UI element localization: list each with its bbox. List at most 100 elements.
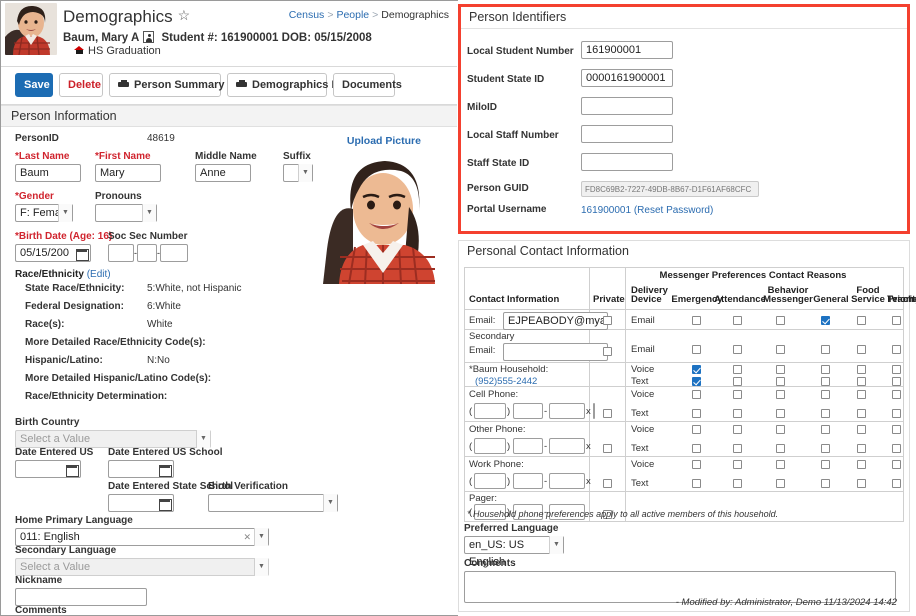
work-phone-prefix-input[interactable] <box>513 473 543 489</box>
clear-icon[interactable]: ✕ <box>243 529 251 546</box>
ssn-part2-input[interactable] <box>137 244 157 262</box>
checkbox-email-food-service[interactable] <box>857 316 866 325</box>
checkbox-secondary-email-behavior-messenger[interactable] <box>776 345 785 354</box>
person-summary-report-button[interactable]: Person Summary Report <box>109 73 263 97</box>
checkbox-work-voice-general[interactable] <box>821 460 830 469</box>
checkbox-cell-text-behavior-messenger[interactable] <box>776 409 785 418</box>
checkbox-secondary-email-emergency[interactable] <box>692 345 701 354</box>
checkbox-work-text-behavior-messenger[interactable] <box>776 479 785 488</box>
staff-state-id-input[interactable] <box>581 153 673 171</box>
reset-password-link[interactable]: (Reset Password) <box>634 205 713 216</box>
birth-verification-select[interactable]: ▼ <box>208 494 338 512</box>
calendar-icon[interactable] <box>73 244 91 262</box>
other-phone-private-checkbox[interactable] <box>603 444 612 453</box>
other-phone-area-input[interactable] <box>474 438 506 454</box>
checkbox-other-voice-behavior-messenger[interactable] <box>776 425 785 434</box>
checkbox-household-voice-emergency[interactable] <box>692 365 701 374</box>
checkbox-email-attendance[interactable] <box>733 316 742 325</box>
checkbox-other-text-general[interactable] <box>821 444 830 453</box>
date-entered-us-input[interactable] <box>15 460 63 478</box>
checkbox-other-voice-food-service[interactable] <box>857 425 866 434</box>
portal-username-value[interactable]: 161900001 (Reset Password) <box>581 205 713 216</box>
checkbox-household-text-priority[interactable] <box>892 377 901 386</box>
checkbox-secondary-email-priority[interactable] <box>892 345 901 354</box>
ssn-part3-input[interactable] <box>160 244 188 262</box>
checkbox-household-voice-behavior-messenger[interactable] <box>776 365 785 374</box>
checkbox-work-text-attendance[interactable] <box>733 479 742 488</box>
ssn-part1-input[interactable] <box>108 244 134 262</box>
checkbox-cell-voice-food-service[interactable] <box>857 390 866 399</box>
checkbox-cell-voice-attendance[interactable] <box>733 390 742 399</box>
checkbox-work-text-food-service[interactable] <box>857 479 866 488</box>
checkbox-secondary-email-general[interactable] <box>821 345 830 354</box>
checkbox-cell-voice-priority[interactable] <box>892 390 901 399</box>
person-card-icon[interactable] <box>143 31 155 43</box>
checkbox-cell-text-emergency[interactable] <box>692 409 701 418</box>
checkbox-household-text-behavior-messenger[interactable] <box>776 377 785 386</box>
birth-country-select[interactable]: Select a Value ▼ <box>15 430 211 448</box>
checkbox-work-voice-priority[interactable] <box>892 460 901 469</box>
calendar-icon[interactable] <box>156 494 174 512</box>
gender-select[interactable]: F: Female ▼ <box>15 204 73 222</box>
birth-date-input[interactable] <box>15 244 73 262</box>
checkbox-work-text-general[interactable] <box>821 479 830 488</box>
other-phone-prefix-input[interactable] <box>513 438 543 454</box>
other-phone-line-input[interactable] <box>549 438 585 454</box>
secondary-email-private-checkbox[interactable] <box>603 347 612 356</box>
local-student-number-input[interactable] <box>581 41 673 59</box>
checkbox-other-voice-emergency[interactable] <box>692 425 701 434</box>
checkbox-household-text-emergency[interactable] <box>692 377 701 386</box>
checkbox-cell-voice-behavior-messenger[interactable] <box>776 390 785 399</box>
breadcrumb-item-people[interactable]: People <box>336 9 369 21</box>
delete-button[interactable]: Delete <box>59 73 103 97</box>
checkbox-other-text-food-service[interactable] <box>857 444 866 453</box>
checkbox-household-text-attendance[interactable] <box>733 377 742 386</box>
suffix-select[interactable]: ▼ <box>283 164 313 182</box>
demographics-data-button[interactable]: Demographics Data <box>227 73 355 97</box>
checkbox-email-priority[interactable] <box>892 316 901 325</box>
student-state-id-input[interactable] <box>581 69 673 87</box>
favorite-star-icon[interactable]: ☆ <box>178 7 191 24</box>
preferred-language-select[interactable]: en_US: US English ▼ <box>464 536 564 568</box>
email-private-checkbox[interactable] <box>603 316 612 325</box>
checkbox-secondary-email-food-service[interactable] <box>857 345 866 354</box>
checkbox-cell-voice-emergency[interactable] <box>692 390 701 399</box>
checkbox-work-text-emergency[interactable] <box>692 479 701 488</box>
checkbox-other-voice-general[interactable] <box>821 425 830 434</box>
checkbox-secondary-email-attendance[interactable] <box>733 345 742 354</box>
calendar-icon[interactable] <box>63 460 81 478</box>
secondary-language-select[interactable]: Select a Value ▼ <box>15 558 269 576</box>
date-entered-state-school-input[interactable] <box>108 494 156 512</box>
checkbox-email-emergency[interactable] <box>692 316 701 325</box>
checkbox-other-voice-priority[interactable] <box>892 425 901 434</box>
last-name-input[interactable] <box>15 164 81 182</box>
documents-button[interactable]: Documents <box>333 73 402 97</box>
checkbox-other-text-emergency[interactable] <box>692 444 701 453</box>
checkbox-work-voice-emergency[interactable] <box>692 460 701 469</box>
checkbox-work-voice-behavior-messenger[interactable] <box>776 460 785 469</box>
checkbox-cell-voice-general[interactable] <box>821 390 830 399</box>
local-staff-number-input[interactable] <box>581 125 673 143</box>
cell-phone-prefix-input[interactable] <box>513 403 543 419</box>
checkbox-household-voice-food-service[interactable] <box>857 365 866 374</box>
checkbox-household-text-food-service[interactable] <box>857 377 866 386</box>
save-button[interactable]: Save <box>15 73 53 97</box>
race-ethnicity-edit-link[interactable]: (Edit) <box>87 269 111 280</box>
checkbox-household-voice-priority[interactable] <box>892 365 901 374</box>
household-phone-link[interactable]: (952)555-2442 <box>475 376 537 387</box>
secondary-email-input[interactable] <box>503 343 608 361</box>
middle-name-input[interactable] <box>195 164 251 182</box>
pronouns-select[interactable]: ▼ <box>95 204 157 222</box>
cell-phone-area-input[interactable] <box>474 403 506 419</box>
checkbox-cell-text-priority[interactable] <box>892 409 901 418</box>
checkbox-other-text-attendance[interactable] <box>733 444 742 453</box>
date-entered-us-school-input[interactable] <box>108 460 156 478</box>
first-name-input[interactable] <box>95 164 161 182</box>
cell-phone-private-checkbox[interactable] <box>603 409 612 418</box>
checkbox-cell-text-general[interactable] <box>821 409 830 418</box>
cell-phone-line-input[interactable] <box>549 403 585 419</box>
checkbox-work-voice-attendance[interactable] <box>733 460 742 469</box>
work-phone-private-checkbox[interactable] <box>603 479 612 488</box>
home-primary-language-select[interactable]: 011: English ✕ ▼ <box>15 528 269 546</box>
work-phone-area-input[interactable] <box>474 473 506 489</box>
